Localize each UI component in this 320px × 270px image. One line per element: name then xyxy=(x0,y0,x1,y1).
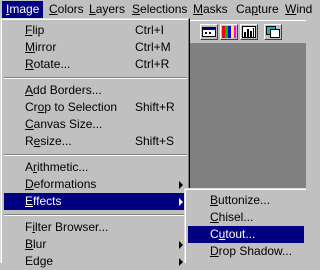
chisel-label: Chisel... xyxy=(210,210,254,224)
app-window: Image Colors Layers Selections Masks Cap… xyxy=(0,0,312,268)
menu-item-add-borders[interactable]: Add Borders... xyxy=(4,82,187,99)
menu-item-canvas-size[interactable]: Canvas Size... xyxy=(4,116,187,133)
menu-separator xyxy=(4,154,187,156)
menu-masks[interactable]: Masks xyxy=(189,1,232,18)
blur-label: Blur xyxy=(25,237,47,251)
submenu-item-buttonize[interactable]: Buttonize... xyxy=(188,192,304,209)
layers-button[interactable] xyxy=(264,24,282,40)
rotate-label: Rotate... xyxy=(25,57,71,71)
menu-capture[interactable]: Capture xyxy=(232,1,283,18)
flip-label: Flip xyxy=(25,23,45,37)
image-menu: Flip Ctrl+I Mirror Ctrl+M Rotate... Ctrl… xyxy=(0,18,190,268)
menu-item-filter-browser[interactable]: Filter Browser... xyxy=(4,219,187,236)
layers-icon xyxy=(266,26,280,38)
histogram-button[interactable] xyxy=(240,24,258,40)
buttonize-label: Buttonize... xyxy=(210,193,271,207)
menu-item-arithmetic[interactable]: Arithmetic... xyxy=(4,159,187,176)
toolbar xyxy=(188,20,306,44)
menu-image[interactable]: Image xyxy=(2,1,44,18)
menu-window[interactable]: Wind xyxy=(281,1,316,18)
menu-item-blur[interactable]: Blur xyxy=(4,236,187,253)
image-window-icon xyxy=(202,27,216,37)
menu-item-resize[interactable]: Resize... Shift+S xyxy=(4,133,187,150)
histogram-icon xyxy=(242,26,256,38)
submenu-item-cutout[interactable]: Cutout... xyxy=(188,226,304,243)
mirror-shortcut: Ctrl+M xyxy=(135,40,171,54)
canvas-size-label: Canvas Size... xyxy=(25,117,103,131)
resize-shortcut: Shift+S xyxy=(135,134,175,148)
menu-item-mirror[interactable]: Mirror Ctrl+M xyxy=(4,39,187,56)
mirror-label: Mirror xyxy=(25,40,57,54)
menu-separator xyxy=(4,77,187,79)
menubar: Image Colors Layers Selections Masks Cap… xyxy=(0,0,312,18)
submenu-arrow-icon xyxy=(179,258,183,266)
flip-shortcut: Ctrl+I xyxy=(135,23,165,37)
color-palette-icon xyxy=(222,26,236,38)
arithmetic-label: Arithmetic... xyxy=(25,160,89,174)
drop-shadow-label: Drop Shadow... xyxy=(210,244,293,258)
cutout-label: Cutout... xyxy=(210,227,256,241)
menu-item-flip[interactable]: Flip Ctrl+I xyxy=(4,22,187,39)
effects-label: Effects xyxy=(25,194,62,208)
submenu-item-chisel[interactable]: Chisel... xyxy=(188,209,304,226)
effects-submenu: Buttonize... Chisel... Cutout... Drop Sh… xyxy=(184,188,306,263)
crop-to-selection-label: Crop to Selection xyxy=(25,100,118,114)
menu-item-edge[interactable]: Edge xyxy=(4,253,187,270)
crop-to-selection-shortcut: Shift+R xyxy=(135,100,175,114)
edge-label: Edge xyxy=(25,254,54,268)
resize-label: Resize... xyxy=(25,134,72,148)
image-window-button[interactable] xyxy=(200,24,218,40)
menu-item-crop-to-selection[interactable]: Crop to Selection Shift+R xyxy=(4,99,187,116)
menu-item-effects[interactable]: Effects xyxy=(4,193,187,210)
menu-item-rotate[interactable]: Rotate... Ctrl+R xyxy=(4,56,187,73)
submenu-item-drop-shadow[interactable]: Drop Shadow... xyxy=(188,243,304,260)
menu-colors[interactable]: Colors xyxy=(45,1,88,18)
menu-selections[interactable]: Selections xyxy=(128,1,191,18)
menu-layers[interactable]: Layers xyxy=(85,1,129,18)
submenu-arrow-icon xyxy=(179,181,183,189)
deformations-label: Deformations xyxy=(25,177,97,191)
filter-browser-label: Filter Browser... xyxy=(25,220,109,234)
color-palette-button[interactable] xyxy=(220,24,238,40)
menu-item-deformations[interactable]: Deformations xyxy=(4,176,187,193)
submenu-arrow-icon xyxy=(179,198,183,206)
add-borders-label: Add Borders... xyxy=(25,83,102,97)
menu-separator xyxy=(4,214,187,216)
submenu-arrow-icon xyxy=(179,241,183,249)
rotate-shortcut: Ctrl+R xyxy=(135,57,170,71)
